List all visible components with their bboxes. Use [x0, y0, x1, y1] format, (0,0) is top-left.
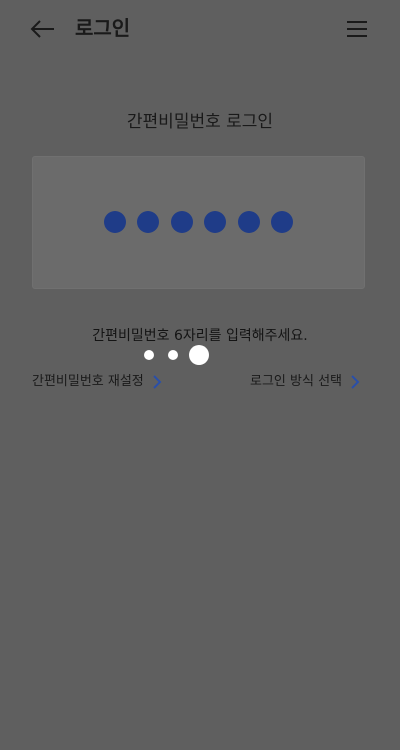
pin-dot	[137, 211, 160, 233]
loading-dot	[144, 350, 154, 360]
page-title: 로그인	[75, 16, 131, 40]
menu-button[interactable]	[344, 16, 370, 42]
pin-dot	[271, 211, 294, 233]
loading-indicator	[141, 344, 221, 366]
login-method-label: 로그인 방식 선택	[250, 374, 342, 389]
hamburger-menu-icon	[347, 21, 367, 37]
login-method-link[interactable]: 로그인 방식 선택	[250, 371, 360, 393]
loading-dot	[189, 345, 209, 365]
pin-dot	[204, 211, 227, 233]
pin-dot	[103, 211, 126, 233]
reset-pin-label: 간편비밀번호 재설정	[32, 374, 144, 389]
back-button[interactable]	[26, 14, 60, 44]
section-title: 간편비밀번호 로그인	[126, 112, 274, 132]
pin-input-box[interactable]	[32, 156, 365, 289]
loading-dot	[168, 350, 178, 360]
pin-dots	[33, 211, 364, 233]
reset-pin-link[interactable]: 간편비밀번호 재설정	[32, 371, 162, 393]
arrow-left-icon	[30, 20, 54, 38]
pin-dot	[170, 211, 193, 233]
app-header: 로그인	[0, 0, 400, 58]
chevron-right-icon	[152, 375, 162, 389]
pin-dot	[237, 211, 260, 233]
chevron-right-icon	[350, 375, 360, 389]
